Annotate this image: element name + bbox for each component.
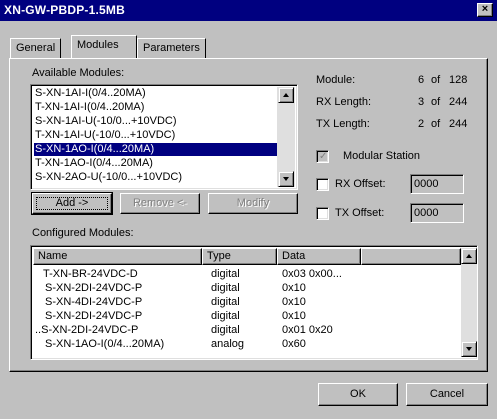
tx-length-of: of [431, 118, 441, 130]
cell-data: 0x01 0x20 [282, 324, 333, 336]
scroll-up-button[interactable] [278, 87, 294, 103]
table-row[interactable]: S-XN-1AO-I(0/4...20MA) analog 0x60 [33, 338, 461, 351]
arrow-up-icon [466, 254, 472, 258]
cell-name: ..S-XN-2DI-24VDC-P [35, 324, 139, 336]
rx-offset-label: RX Offset: [335, 178, 386, 190]
checkmark-icon: ✓ [319, 151, 328, 162]
table-row[interactable]: S-XN-2DI-24VDC-P digital 0x10 [33, 310, 461, 323]
rx-offset-input[interactable]: 0000 [410, 174, 464, 194]
list-item[interactable]: T-XN-1AI-I(0/4..20MA) [34, 101, 144, 114]
rx-length-label: RX Length: [316, 96, 372, 108]
remove-button[interactable]: Remove <- [120, 193, 200, 214]
modify-button[interactable]: Modify [208, 193, 298, 214]
rx-length-value: 3 [418, 96, 425, 108]
list-item[interactable]: T-XN-1AO-I(0/4...20MA) [34, 157, 153, 170]
tab-parameters-label: Parameters [143, 42, 200, 54]
list-item-selected[interactable]: S-XN-1AO-I(0/4...20MA) [34, 143, 277, 156]
modular-station-label: Modular Station [343, 150, 421, 162]
cell-data: 0x10 [282, 282, 306, 294]
cell-data: 0x10 [282, 310, 306, 322]
tab-general[interactable]: General [10, 38, 62, 59]
modular-station-checkbox[interactable]: ✓ [316, 150, 329, 163]
table-row[interactable]: S-XN-4DI-24VDC-P digital 0x10 [33, 296, 461, 309]
available-modules-list[interactable]: S-XN-1AI-I(0/4..20MA) T-XN-1AI-I(0/4..20… [30, 84, 298, 190]
arrow-down-icon [283, 177, 289, 181]
close-icon: × [481, 3, 489, 15]
scroll-down-button[interactable] [461, 341, 477, 357]
close-button[interactable]: × [477, 3, 493, 17]
cell-data: 0x10 [282, 296, 306, 308]
module-count-of: of [431, 74, 441, 86]
arrow-up-icon [283, 93, 289, 97]
tx-length-label: TX Length: [316, 118, 370, 130]
cell-type: digital [211, 282, 240, 294]
module-count-value: 6 [418, 74, 425, 86]
add-button[interactable]: Add -> [31, 192, 113, 215]
tab-general-label: General [16, 42, 56, 54]
title-bar: XN-GW-PBDP-1.5MB × [0, 0, 497, 21]
cell-name: S-XN-1AO-I(0/4...20MA) [45, 338, 165, 350]
table-row[interactable]: ..S-XN-2DI-24VDC-P digital 0x01 0x20 [33, 324, 461, 337]
configured-modules-table[interactable]: Name Type Data T-XN-BR-24VDC-D digital 0… [30, 245, 478, 360]
scroll-up-button[interactable] [461, 248, 477, 264]
tx-length-max: 244 [449, 118, 468, 130]
rx-length-max: 244 [449, 96, 468, 108]
cell-name: T-XN-BR-24VDC-D [43, 268, 138, 280]
cell-name: S-XN-4DI-24VDC-P [45, 296, 143, 308]
configured-modules-label: Configured Modules: [32, 227, 134, 239]
cell-type: digital [211, 268, 240, 280]
cell-name: S-XN-2DI-24VDC-P [45, 310, 143, 322]
remove-button-label: Remove <- [132, 197, 188, 209]
list-item[interactable]: S-XN-2AO-U(-10/0...+10VDC) [34, 171, 182, 184]
module-count-max: 128 [449, 74, 468, 86]
table-row[interactable]: T-XN-BR-24VDC-D digital 0x03 0x00... [33, 268, 461, 281]
available-modules-scrollbar[interactable] [277, 87, 295, 187]
tx-offset-label: TX Offset: [335, 207, 385, 219]
available-modules-label: Available Modules: [32, 67, 125, 79]
tab-modules-label: Modules [77, 39, 119, 51]
tx-offset-input[interactable]: 0000 [410, 203, 464, 223]
table-body: T-XN-BR-24VDC-D digital 0x03 0x00... S-X… [33, 267, 461, 357]
configured-modules-scrollbar[interactable] [461, 248, 477, 357]
list-item[interactable]: S-XN-1AI-I(0/4..20MA) [34, 87, 146, 100]
rx-length-of: of [431, 96, 441, 108]
tx-offset-checkbox[interactable] [316, 207, 329, 220]
cell-name: S-XN-2DI-24VDC-P [45, 282, 143, 294]
tx-length-value: 2 [418, 118, 425, 130]
cancel-button[interactable]: Cancel [406, 383, 488, 406]
ok-button[interactable]: OK [318, 383, 398, 406]
list-item[interactable]: S-XN-1AI-U(-10/0...+10VDC) [34, 115, 177, 128]
column-header-empty [361, 248, 461, 265]
tab-modules[interactable]: Modules [71, 35, 137, 58]
cell-data: 0x60 [282, 338, 306, 350]
cell-data: 0x03 0x00... [282, 268, 342, 280]
cell-type: digital [211, 310, 240, 322]
column-header-name[interactable]: Name [33, 248, 202, 265]
list-item[interactable]: T-XN-1AI-U(-10/0...+10VDC) [34, 129, 175, 142]
cell-type: digital [211, 296, 240, 308]
focus-rect [36, 197, 108, 210]
rx-offset-checkbox[interactable] [316, 178, 329, 191]
column-header-type[interactable]: Type [202, 248, 277, 265]
arrow-down-icon [466, 347, 472, 351]
table-header: Name Type Data [33, 248, 461, 266]
cell-type: analog [211, 338, 245, 350]
window-title: XN-GW-PBDP-1.5MB [4, 3, 125, 17]
cancel-button-label: Cancel [429, 388, 465, 400]
modify-button-label: Modify [236, 197, 270, 209]
tab-parameters[interactable]: Parameters [137, 38, 206, 59]
module-count-label: Module: [316, 74, 356, 86]
ok-button-label: OK [350, 388, 366, 400]
table-row[interactable]: S-XN-2DI-24VDC-P digital 0x10 [33, 282, 461, 295]
cell-type: digital [211, 324, 240, 336]
column-header-data[interactable]: Data [277, 248, 361, 265]
scroll-down-button[interactable] [278, 171, 294, 187]
